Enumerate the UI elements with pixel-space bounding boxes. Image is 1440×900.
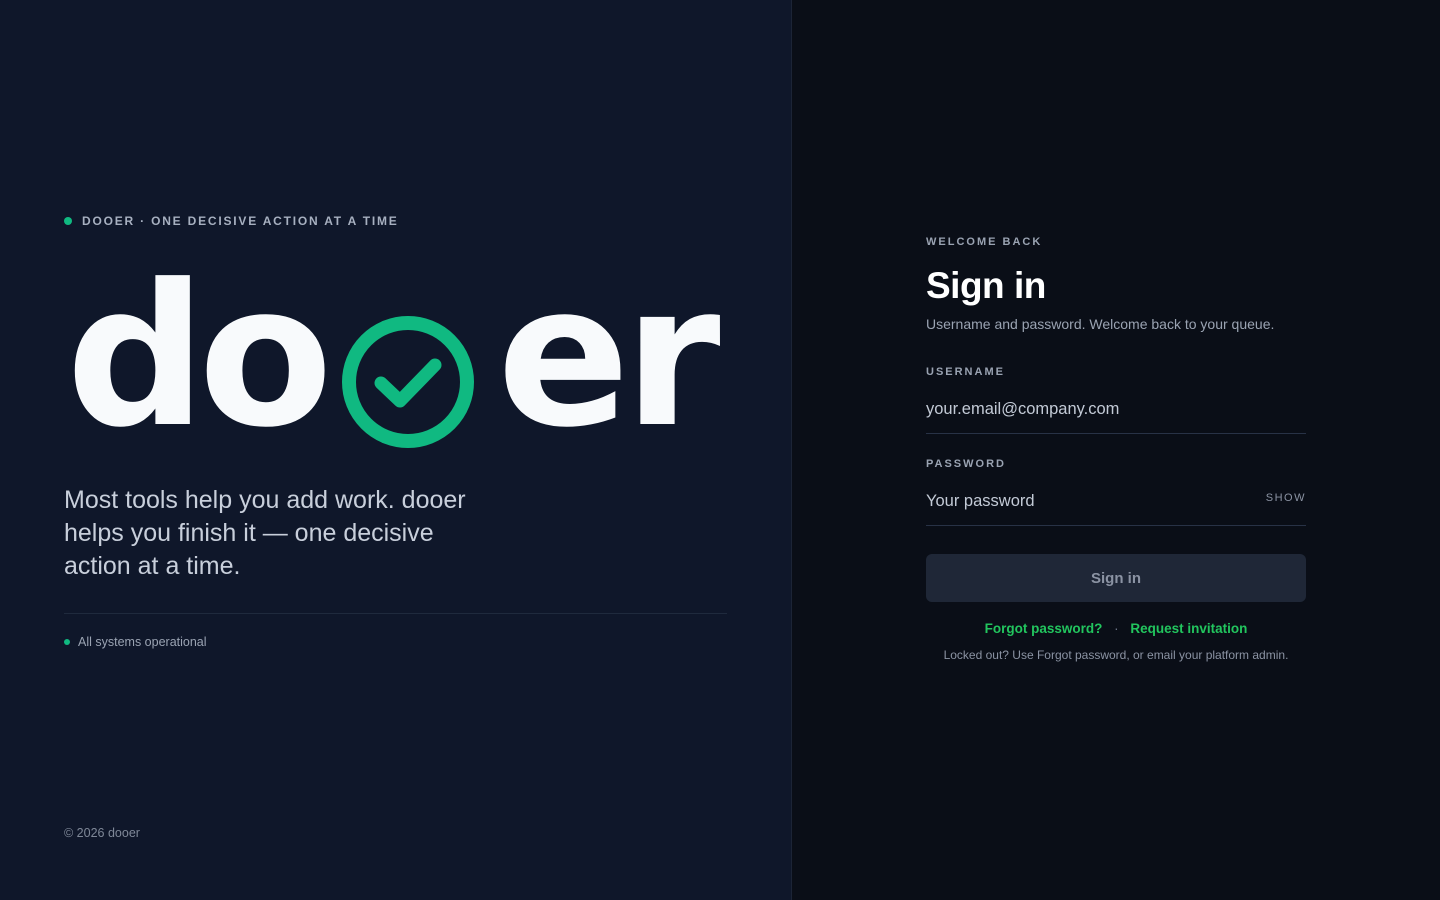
signin-form: WELCOME BACK Sign in Username and passwo… <box>926 236 1306 662</box>
copyright: © 2026 dooer <box>64 826 140 840</box>
request-invitation-link[interactable]: Request invitation <box>1130 621 1247 636</box>
signin-panel: WELCOME BACK Sign in Username and passwo… <box>792 0 1440 900</box>
auth-links: Forgot password? · Request invitation <box>926 621 1306 636</box>
status-dot-icon <box>64 639 70 645</box>
username-field-wrap <box>926 394 1306 434</box>
brand-tagline: Most tools help you add work. dooer help… <box>64 486 466 580</box>
password-input[interactable] <box>926 486 1306 516</box>
brand-eyebrow-text: DOOER · ONE DECISIVE ACTION AT A TIME <box>82 214 399 228</box>
help-text: Locked out? Use Forgot password, or emai… <box>943 648 1289 662</box>
link-separator: · <box>1114 621 1119 636</box>
status-dot-icon <box>64 217 72 225</box>
logo-text-right: er <box>496 243 721 471</box>
brand-eyebrow: DOOER · ONE DECISIVE ACTION AT A TIME <box>64 214 399 228</box>
username-label: USERNAME <box>926 366 1005 378</box>
show-password-button[interactable]: SHOW <box>1266 492 1306 504</box>
forgot-password-link[interactable]: Forgot password? <box>985 621 1103 636</box>
system-status-text: All systems operational <box>78 635 207 649</box>
password-field-wrap: SHOW <box>926 486 1306 526</box>
signin-button[interactable]: Sign in <box>926 554 1306 602</box>
page-title: Sign in <box>926 265 1046 306</box>
dooer-logo: do er <box>66 259 721 455</box>
signin-subtitle: Username and password. Welcome back to y… <box>926 316 1275 332</box>
password-label: PASSWORD <box>926 458 1006 470</box>
welcome-eyebrow: WELCOME BACK <box>926 236 1043 248</box>
brand-divider <box>64 613 727 614</box>
check-circle-icon <box>341 316 474 448</box>
username-input[interactable] <box>926 394 1306 424</box>
brand-panel: DOOER · ONE DECISIVE ACTION AT A TIME do… <box>0 0 791 900</box>
logo-text-left: do <box>66 243 333 471</box>
system-status: All systems operational <box>64 635 207 649</box>
